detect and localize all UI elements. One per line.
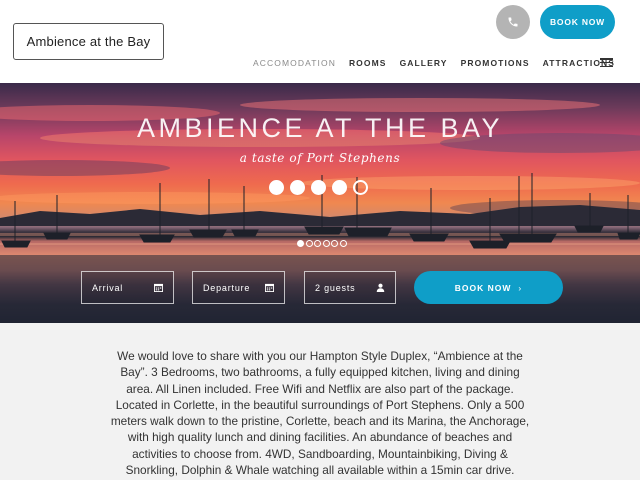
hamburger-menu-icon[interactable] [600,58,613,67]
book-now-button[interactable]: BOOK NOW › [414,271,563,304]
hero-title: AMBIENCE AT THE BAY [136,113,504,143]
phone-button[interactable] [496,5,530,39]
mini-slide-dot[interactable] [339,240,347,247]
book-now-label: BOOK NOW [454,282,512,293]
mini-slide-dot[interactable] [331,240,338,247]
slide-dot[interactable] [269,180,284,195]
nav-item-accomodation[interactable]: ACCOMODATION [253,58,336,68]
nav-item-promotions[interactable]: PROMOTIONS [461,58,530,68]
mini-slide-dot[interactable] [305,240,313,247]
mini-slide-indicator [297,240,348,247]
slide-dot[interactable] [332,180,347,195]
mini-slide-dot[interactable] [297,240,304,247]
arrival-label: Arrival [92,282,124,293]
book-now-header-button[interactable]: BOOK NOW [540,5,615,39]
hero-banner: AMBIENCE AT THE BAY a taste of Port Step… [0,83,640,323]
slide-dot[interactable] [290,180,305,195]
mini-slide-dot[interactable] [322,240,330,247]
property-description: We would love to share with you our Hamp… [110,349,530,480]
departure-date-field[interactable]: Departure [192,271,285,304]
calendar-icon [265,283,274,292]
guests-label: 2 guests [315,282,356,293]
nav-item-gallery[interactable]: GALLERY [400,58,448,68]
arrival-date-field[interactable]: Arrival [81,271,174,304]
departure-label: Departure [203,282,251,293]
nav-item-rooms[interactable]: ROOMS [349,58,387,68]
booking-bar: Arrival Departure 2 guests BOOK NOW › [0,271,640,323]
site-logo[interactable]: Ambience at the Bay [13,23,164,60]
mini-slide-dot[interactable] [314,240,321,247]
guests-select[interactable]: 2 guests [304,271,396,304]
hero-subtitle: a taste of Port Stephens [239,151,401,165]
person-icon [376,283,385,292]
slide-indicator [269,180,374,195]
main-nav: ACCOMODATION ROOMS GALLERY PROMOTIONS ATTRAC… [253,57,628,69]
chevron-right-icon: › [518,282,523,293]
phone-icon [508,17,518,27]
calendar-icon [154,283,163,292]
intro-section: We would love to share with you our Hamp… [0,323,640,480]
slide-dot[interactable] [311,180,326,195]
slide-dot[interactable] [353,180,368,195]
